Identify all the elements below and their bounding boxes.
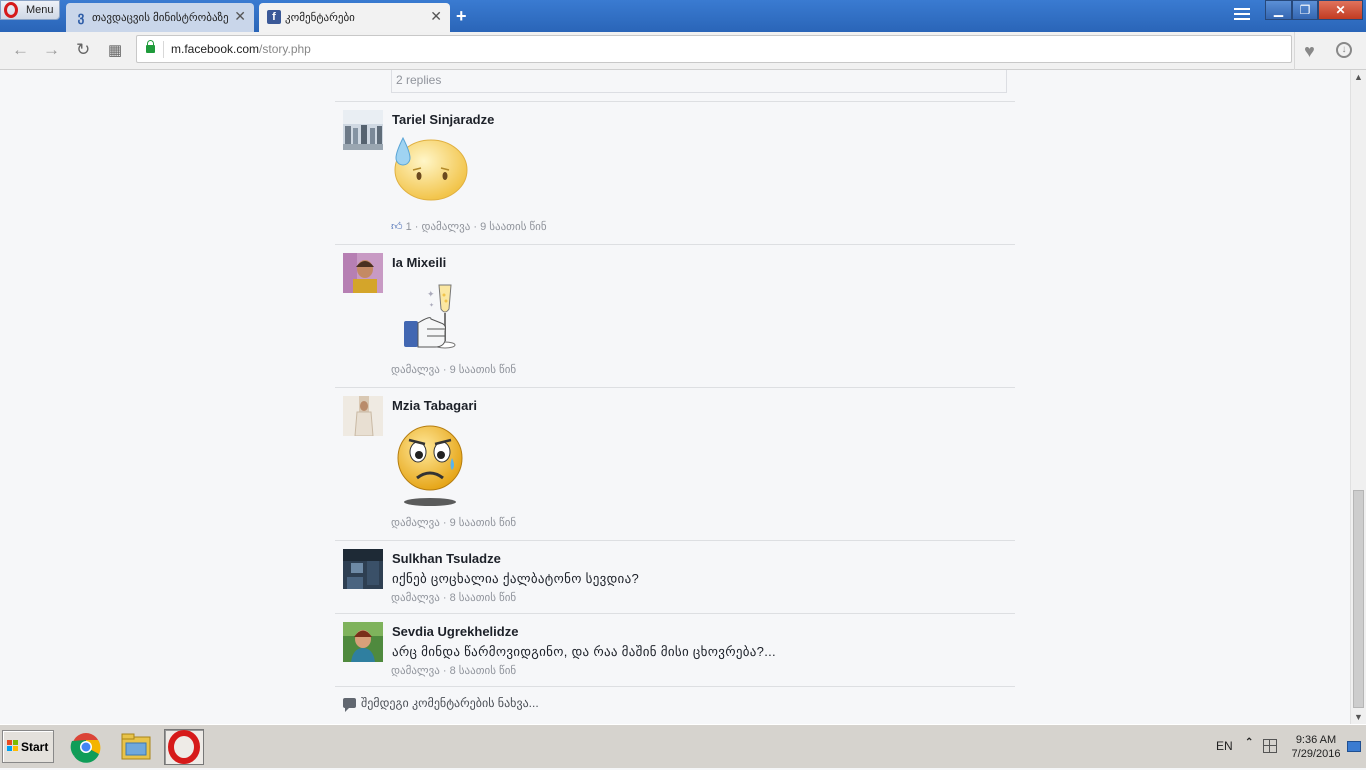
- opera-menu-button[interactable]: Menu: [0, 0, 60, 20]
- comment-meta[interactable]: დამალვა · 9 საათის წინ: [391, 363, 516, 376]
- comment-item: Mzia Tabagari დამალვა · 9 საათის წინ: [335, 387, 1015, 540]
- start-button[interactable]: Start: [2, 730, 54, 763]
- scroll-down-icon[interactable]: ▼: [1354, 712, 1363, 722]
- comment-author[interactable]: Sevdia Ugrekhelidze: [392, 624, 518, 639]
- more-comments-link[interactable]: შემდეგი კომენტარების ნახვა...: [343, 696, 539, 712]
- tab-menu-icon[interactable]: [1234, 8, 1250, 22]
- comment-author[interactable]: Ia Mixeili: [392, 255, 446, 270]
- replies-link[interactable]: 2 replies: [391, 70, 1007, 93]
- avatar[interactable]: [343, 549, 383, 589]
- svg-text:✦: ✦: [427, 289, 435, 299]
- tab-title: კომენტარები: [285, 12, 355, 24]
- heart-icon[interactable]: ♥: [1294, 32, 1324, 70]
- thumbs-up-icon[interactable]: 👍︎: [391, 220, 403, 233]
- facebook-icon: f: [267, 10, 281, 24]
- scrollbar-thumb[interactable]: [1353, 490, 1364, 708]
- comment-item: Ia Mixeili ✦ ✦ დამალვა · 9 საათის წინ: [335, 244, 1015, 387]
- windows-logo-icon: [7, 740, 19, 752]
- comment-item: Tariel Sinjaradze 👍︎ 1 · დამალვა · 9 საა…: [335, 101, 1015, 244]
- show-hidden-icons[interactable]: ⌃: [1245, 737, 1253, 748]
- opera-logo-icon: [4, 2, 18, 18]
- comment-text: იქნებ ცოცხალია ქალბატონო სევდია?: [392, 571, 640, 586]
- file-manager-icon[interactable]: [116, 729, 156, 765]
- address-bar[interactable]: m.facebook.com/story.php: [136, 35, 1292, 63]
- comment-icon: [343, 698, 356, 712]
- network-icon[interactable]: [1263, 739, 1277, 753]
- georgian-letter-icon: ვ: [77, 9, 85, 24]
- new-tab-button[interactable]: +: [456, 6, 467, 27]
- avatar[interactable]: [343, 253, 383, 293]
- back-icon[interactable]: ←: [12, 40, 29, 60]
- avatar[interactable]: [343, 622, 383, 662]
- window-close-button[interactable]: ✕: [1318, 0, 1363, 20]
- minimize-button[interactable]: ▁: [1265, 0, 1292, 20]
- browser-toolbar: ← → ↻ ▦ m.facebook.com/story.php ♥ ↓: [0, 32, 1366, 70]
- svg-text:✦: ✦: [429, 302, 434, 309]
- menu-label: Menu: [26, 4, 54, 16]
- tab-active[interactable]: f კომენტარები ✕: [259, 3, 450, 32]
- url-text: m.facebook.com/story.php: [171, 42, 311, 56]
- avatar[interactable]: [343, 110, 383, 150]
- comment-item: Sevdia Ugrekhelidze არც მინდა წარმოვიდგი…: [335, 613, 1015, 687]
- tab-title: თავდაცვის მინისტრობაზე უარი…: [92, 12, 230, 24]
- tab-inactive[interactable]: ვ თავდაცვის მინისტრობაზე უარი… ✕: [66, 3, 254, 32]
- sad-sweat-emoji-sticker: [391, 134, 471, 207]
- opera-icon[interactable]: [164, 729, 204, 765]
- comment-author[interactable]: Sulkhan Tsuladze: [392, 551, 501, 566]
- forward-icon[interactable]: →: [43, 40, 60, 60]
- comment-author[interactable]: Tariel Sinjaradze: [392, 112, 494, 127]
- avatar[interactable]: [343, 396, 383, 436]
- lock-icon: [146, 40, 155, 53]
- comment-meta[interactable]: დამალვა · 9 საათის წინ: [391, 516, 516, 529]
- thumbs-up-champagne-sticker: ✦ ✦: [401, 279, 461, 362]
- browser-titlebar: Menu ვ თავდაცვის მინისტრობაზე უარი… ✕ f …: [0, 0, 1366, 32]
- comment-text: არც მინდა წარმოვიდგინო, და რაა მაშინ მის…: [392, 644, 776, 659]
- comment-meta[interactable]: დამალვა · 8 საათის წინ: [391, 591, 516, 604]
- download-icon[interactable]: ↓: [1336, 42, 1352, 58]
- page-content: 2 replies Tariel Sinjaradze 👍︎ 1 · დამალ…: [0, 70, 1350, 724]
- chrome-icon[interactable]: [66, 729, 106, 765]
- comment-meta[interactable]: 👍︎ 1 · დამალვა · 9 საათის წინ: [391, 220, 547, 233]
- like-count[interactable]: 1: [406, 221, 412, 233]
- language-indicator[interactable]: EN: [1216, 739, 1233, 753]
- windows-taskbar: Start EN ⌃ 9:36 AM 7/29/2016: [0, 724, 1366, 768]
- comment-meta[interactable]: დამალვა · 8 საათის წინ: [391, 664, 516, 677]
- show-desktop-icon[interactable]: [1347, 741, 1361, 752]
- page-scrollbar[interactable]: ▲ ▼: [1350, 70, 1366, 724]
- reload-icon[interactable]: ↻: [76, 40, 90, 60]
- speed-dial-icon[interactable]: ▦: [108, 41, 122, 59]
- close-icon[interactable]: ✕: [430, 8, 442, 25]
- maximize-button[interactable]: ❐: [1292, 0, 1318, 20]
- comment-item: Sulkhan Tsuladze იქნებ ცოცხალია ქალბატონ…: [335, 540, 1015, 613]
- scroll-up-icon[interactable]: ▲: [1354, 72, 1363, 82]
- comment-author[interactable]: Mzia Tabagari: [392, 398, 477, 413]
- close-icon[interactable]: ✕: [234, 8, 246, 25]
- crying-emoji-sticker: [393, 420, 469, 511]
- clock[interactable]: 9:36 AM 7/29/2016: [1288, 733, 1344, 761]
